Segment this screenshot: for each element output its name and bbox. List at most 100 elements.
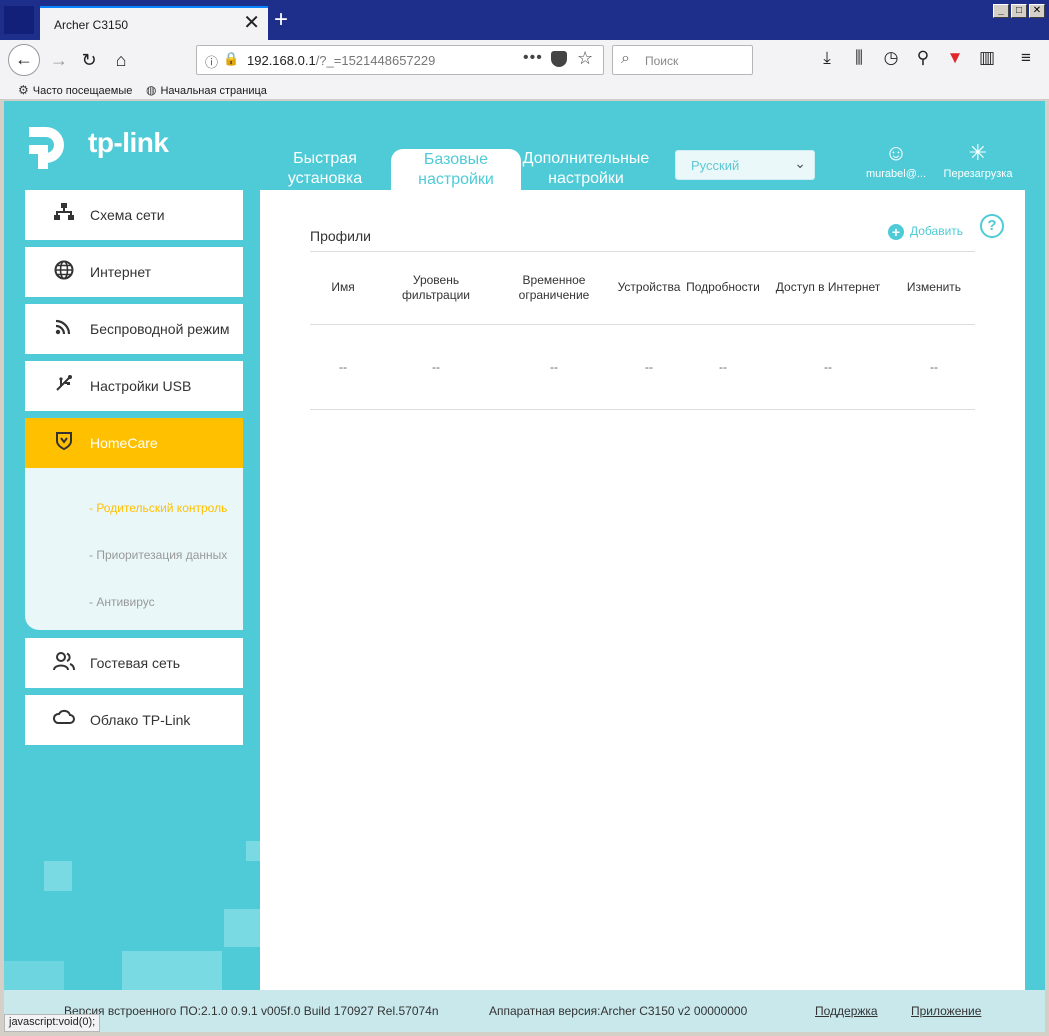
tp-link-logo[interactable]: tp-link (24, 121, 169, 178)
table-cell: -- (719, 360, 727, 374)
decor-tile (44, 861, 72, 891)
reload-button[interactable]: ↻ (74, 46, 104, 76)
search-input[interactable]: ⌕ Поиск (612, 45, 753, 75)
downloads-icon[interactable]: ⤓ (815, 48, 839, 68)
bookmark-star-icon[interactable]: ☆ (577, 48, 593, 69)
router-page: tp-link Быстрая установка Базовые настройк… (4, 101, 1045, 1032)
forward-button[interactable]: → (44, 46, 74, 76)
column-header-details: Подробности (686, 280, 760, 294)
zoom-icon[interactable]: ⚲ (911, 48, 935, 68)
browser-tab[interactable]: Archer C3150 ✕ (40, 6, 268, 40)
new-tab-button[interactable]: + (274, 8, 288, 32)
sidebar-item-internet[interactable]: Интернет (25, 247, 243, 297)
home-button[interactable]: ⌂ (106, 46, 136, 76)
table-cell: -- (645, 360, 653, 374)
sidebar-item-label: Схема сети (90, 207, 165, 223)
account-icon: ☺ (884, 140, 908, 165)
url-bar[interactable]: ⓘ 🔒 192.168.0.1/?_=1521448657229 ••• ☆ (196, 45, 604, 75)
language-value: Русский (691, 158, 740, 173)
tab-advanced-settings[interactable]: Дополнительные настройки (518, 149, 654, 189)
column-header-internet-access: Доступ в Интернет (775, 280, 881, 294)
tab-title: Archer C3150 (54, 18, 129, 32)
logo-text: tp-link (88, 127, 169, 158)
language-select[interactable]: Русский ⌄ (675, 150, 815, 180)
bookmark-most-visited[interactable]: ⚙ Часто посещаемые (18, 83, 132, 97)
sidebar-item-label: HomeCare (90, 435, 158, 451)
help-icon[interactable]: ? (980, 214, 1004, 238)
support-link[interactable]: Поддержка (815, 1004, 878, 1018)
sidebar-item-guest-network[interactable]: Гостевая сеть (25, 638, 243, 688)
app-link[interactable]: Приложение (911, 1004, 981, 1018)
decor-tile (224, 909, 260, 947)
maximize-button[interactable]: □ (1011, 4, 1027, 18)
sidebar-toggle-icon[interactable]: ▥ (975, 48, 999, 68)
submenu-qos[interactable]: - Приоритезация данных (89, 548, 227, 562)
tab-close-icon[interactable]: ✕ (243, 13, 260, 33)
column-header-devices: Устройства (617, 280, 681, 294)
divider (310, 251, 975, 252)
window-controls: _ □ ✕ (993, 4, 1045, 18)
add-icon: + (888, 224, 904, 240)
search-icon: ⌕ (621, 50, 630, 67)
reboot-button[interactable]: ✳ Перезагрузка (940, 140, 1016, 181)
sidebar-item-network-map[interactable]: Схема сети (25, 190, 243, 240)
sidebar-item-usb[interactable]: Настройки USB (25, 361, 243, 411)
bookmarks-toolbar: ⚙ Часто посещаемые ◍ Начальная страница (0, 80, 1049, 100)
pocket-icon[interactable] (551, 51, 567, 67)
cloud-icon (52, 708, 75, 730)
sidebar-item-label: Интернет (90, 264, 152, 280)
sidebar-item-label: Настройки USB (90, 378, 192, 394)
network-map-icon (53, 203, 75, 225)
browser-titlebar: Archer C3150 ✕ + _ □ ✕ (0, 0, 1049, 40)
account-button[interactable]: ☺ murabel@... (860, 140, 932, 181)
column-header-name: Имя (331, 280, 355, 294)
page-footer: Версия встроенного ПО:2.1.0 0.9.1 v005f.… (4, 990, 1045, 1032)
site-info-icon[interactable]: ⓘ (205, 52, 218, 71)
tab-quick-setup[interactable]: Быстрая установка (280, 149, 370, 189)
chevron-down-icon: ⌄ (794, 155, 806, 171)
sidebar-item-homecare[interactable]: HomeCare (25, 418, 243, 468)
decor-tile (246, 841, 260, 861)
table-cell: -- (550, 360, 558, 374)
sidebar-item-tplink-cloud[interactable]: Облако TP-Link (25, 695, 243, 745)
account-label: murabel@... (865, 168, 927, 180)
tab-basic-settings[interactable]: Базовые настройки (391, 149, 521, 191)
library-icon[interactable]: ⫼ (847, 48, 871, 68)
table-cell: -- (339, 360, 347, 374)
sidebar-item-label: Облако TP-Link (90, 712, 191, 728)
sidebar-item-wireless[interactable]: Беспроводной режим (25, 304, 243, 354)
firmware-version: Версия встроенного ПО:2.1.0 0.9.1 v005f.… (64, 1004, 439, 1018)
browser-menu-icon[interactable] (4, 6, 34, 34)
guests-icon (53, 651, 75, 673)
submenu-parental-control[interactable]: - Родительский контроль (89, 501, 227, 515)
shield-addon-icon[interactable]: ▼ (943, 48, 967, 68)
close-window-button[interactable]: ✕ (1029, 4, 1045, 18)
homecare-submenu: - Родительский контроль - Приоритезация … (25, 468, 243, 630)
main-panel: Профили + Добавить ? Имя Уровень фильтраци… (260, 190, 1025, 1032)
column-header-filter-level: Уровень фильтрации (401, 273, 470, 302)
url-text[interactable]: 192.168.0.1/?_=1521448657229 (247, 53, 435, 68)
globe-icon: ◍ (146, 83, 157, 97)
column-header-edit: Изменить (906, 280, 962, 294)
page-actions-icon[interactable]: ••• (523, 49, 543, 67)
sidebar-item-label: Гостевая сеть (90, 655, 181, 671)
submenu-antivirus[interactable]: - Антивирус (89, 595, 155, 609)
hamburger-menu-icon[interactable]: ≡ (1014, 48, 1038, 68)
table-cell: -- (824, 360, 832, 374)
insecure-lock-icon[interactable]: 🔒 (223, 51, 239, 67)
section-title: Профили (310, 228, 371, 244)
bookmark-home-page[interactable]: ◍ Начальная страница (146, 83, 267, 97)
hardware-version: Аппаратная версия:Archer C3150 v2 000000… (489, 1004, 748, 1018)
divider (310, 324, 975, 325)
minimize-button[interactable]: _ (993, 4, 1009, 18)
gear-icon: ⚙ (18, 83, 29, 97)
back-button[interactable]: ← (8, 44, 40, 76)
history-icon[interactable]: ◷ (879, 48, 903, 68)
add-profile-button[interactable]: + Добавить (888, 224, 963, 240)
globe-icon (53, 260, 75, 282)
table-cell: -- (930, 360, 938, 374)
reboot-label: Перезагрузка (943, 168, 1013, 180)
wireless-icon (53, 317, 75, 339)
reboot-icon: ✳ (968, 140, 988, 165)
column-header-time-limit: Временное ограничение (518, 273, 590, 302)
